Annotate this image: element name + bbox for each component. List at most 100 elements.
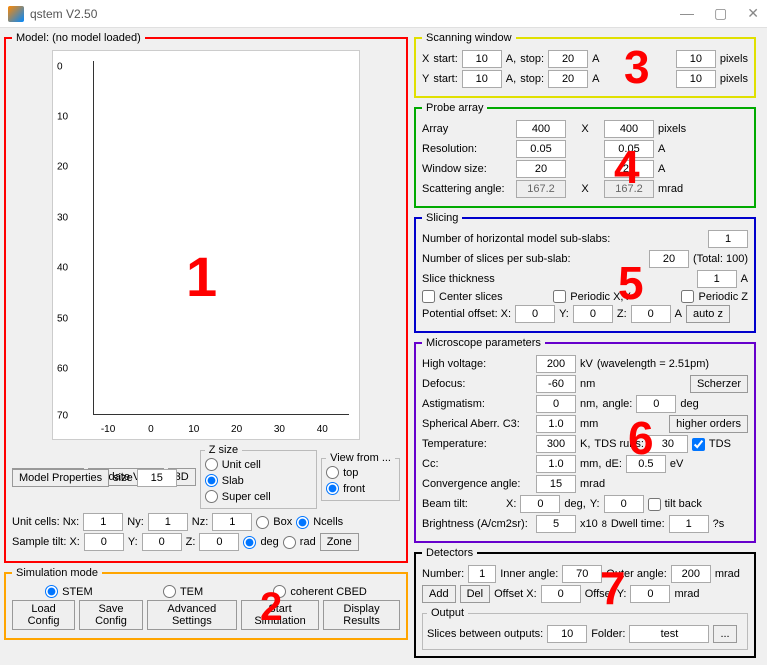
astigmatism-input[interactable]	[536, 395, 576, 413]
high-voltage-input[interactable]	[536, 355, 576, 373]
tilt-y-label: Y:	[128, 536, 138, 548]
radio-cbed[interactable]: coherent CBED	[273, 585, 366, 598]
model-properties-button[interactable]: Model Properties	[12, 469, 109, 487]
angle-input[interactable]	[636, 395, 676, 413]
advanced-settings-button[interactable]: Advanced Settings	[147, 600, 237, 630]
scan-stop-label2: stop:	[520, 73, 544, 85]
close-button[interactable]: ✕	[747, 5, 759, 22]
scan-y-label: Y	[422, 73, 429, 85]
tilt-y-input[interactable]	[142, 533, 182, 551]
de-input[interactable]	[626, 455, 666, 473]
model-plot: 0 10 20 30 40 50 60 70 -10 0 10 20 30 40	[52, 50, 360, 440]
radio-top[interactable]: top	[326, 466, 358, 479]
radio-tem[interactable]: TEM	[163, 585, 203, 598]
display-results-button[interactable]: Display Results	[323, 600, 400, 630]
tilt-back-check[interactable]: tilt back	[648, 498, 702, 511]
save-config-button[interactable]: Save Config	[79, 600, 143, 630]
offset-y-input[interactable]	[630, 585, 670, 603]
scherzer-button[interactable]: Scherzer	[690, 375, 748, 393]
nz-input[interactable]	[212, 513, 252, 531]
temperature-input[interactable]	[536, 435, 576, 453]
slices-per-slab-input[interactable]	[649, 250, 689, 268]
slices-between-input[interactable]	[547, 625, 587, 643]
radio-box[interactable]: Box	[256, 516, 292, 529]
a-label2: A,	[506, 73, 516, 85]
load-config-button[interactable]: Load Config	[12, 600, 75, 630]
tds-check[interactable]: TDS	[692, 438, 731, 451]
scan-y-pixels-input[interactable]	[676, 70, 716, 88]
inner-angle-label: Inner angle:	[500, 568, 558, 580]
periodic-z-check[interactable]: Periodic Z	[681, 290, 748, 303]
del-button[interactable]: Del	[460, 585, 491, 603]
nx-input[interactable]	[83, 513, 123, 531]
pot-z-input[interactable]	[631, 305, 671, 323]
convergence-input[interactable]	[536, 475, 576, 493]
maximize-button[interactable]: ▢	[714, 5, 727, 22]
bt-y-label: Y:	[590, 498, 600, 510]
res-y-input[interactable]	[604, 140, 654, 158]
pot-y-input[interactable]	[573, 305, 613, 323]
x-label2: X	[570, 183, 600, 195]
number-label: Number:	[422, 568, 464, 580]
view-from-legend: View from ...	[326, 452, 395, 464]
mrad-label4: mrad	[674, 588, 699, 600]
pot-x-input[interactable]	[515, 305, 555, 323]
radio-front[interactable]: front	[326, 482, 365, 495]
minimize-button[interactable]: —	[680, 5, 694, 22]
c3-input[interactable]	[536, 415, 576, 433]
scan-x-pixels-input[interactable]	[676, 50, 716, 68]
center-slices-check[interactable]: Center slices	[422, 290, 503, 303]
offset-x-input[interactable]	[541, 585, 581, 603]
win-y-input[interactable]	[604, 160, 654, 178]
radio-deg[interactable]: deg	[243, 536, 278, 549]
astigmatism-label: Astigmatism:	[422, 398, 532, 410]
pixels-label: pixels	[720, 53, 748, 65]
zone-button[interactable]: Zone	[320, 533, 359, 551]
radio-stem[interactable]: STEM	[45, 585, 93, 598]
tilt-z-input[interactable]	[199, 533, 239, 551]
inner-angle-input[interactable]	[562, 565, 602, 583]
radio-slab[interactable]: Slab	[205, 474, 244, 487]
win-x-input[interactable]	[516, 160, 566, 178]
defocus-label: Defocus:	[422, 378, 532, 390]
radio-unit-cell[interactable]: Unit cell	[205, 458, 261, 471]
slice-thickness-input[interactable]	[697, 270, 737, 288]
tds-runs-input[interactable]	[648, 435, 688, 453]
periodic-xy-check[interactable]: Periodic X,Y	[553, 290, 631, 303]
array-y-input[interactable]	[604, 120, 654, 138]
scan-x-start-input[interactable]	[462, 50, 502, 68]
folder-input[interactable]	[629, 625, 709, 643]
radio-ncells[interactable]: Ncells	[296, 516, 343, 529]
detectors-legend: Detectors	[422, 547, 477, 559]
dwell-input[interactable]	[669, 515, 709, 533]
scan-x-stop-input[interactable]	[548, 50, 588, 68]
microscope-panel: Microscope parameters 6 High voltage: kV…	[414, 337, 756, 543]
app-icon	[8, 6, 24, 22]
tilt-x-input[interactable]	[84, 533, 124, 551]
radio-rad[interactable]: rad	[283, 536, 316, 549]
start-simulation-button[interactable]: Start Simulation	[241, 600, 319, 630]
radio-super-cell[interactable]: Super cell	[205, 490, 271, 503]
horiz-slabs-input[interactable]	[708, 230, 748, 248]
array-x-input[interactable]	[516, 120, 566, 138]
ytick: 50	[57, 313, 68, 324]
scan-y-stop-input[interactable]	[548, 70, 588, 88]
z-size-group: Z size Unit cell Slab Super cell	[200, 444, 317, 509]
temperature-label: Temperature:	[422, 438, 532, 450]
auto-z-button[interactable]: auto z	[686, 305, 730, 323]
number-input[interactable]	[468, 565, 496, 583]
add-button[interactable]: Add	[422, 585, 456, 603]
higher-orders-button[interactable]: higher orders	[669, 415, 748, 433]
ny-input[interactable]	[148, 513, 188, 531]
res-x-input[interactable]	[516, 140, 566, 158]
browse-button[interactable]: ...	[713, 625, 736, 643]
brightness-input[interactable]	[536, 515, 576, 533]
scan-y-start-input[interactable]	[462, 70, 502, 88]
outer-angle-input[interactable]	[671, 565, 711, 583]
size-input[interactable]	[137, 469, 177, 487]
defocus-input[interactable]	[536, 375, 576, 393]
xtick: 20	[231, 424, 242, 435]
bt-y-input[interactable]	[604, 495, 644, 513]
bt-x-input[interactable]	[520, 495, 560, 513]
cc-input[interactable]	[536, 455, 576, 473]
